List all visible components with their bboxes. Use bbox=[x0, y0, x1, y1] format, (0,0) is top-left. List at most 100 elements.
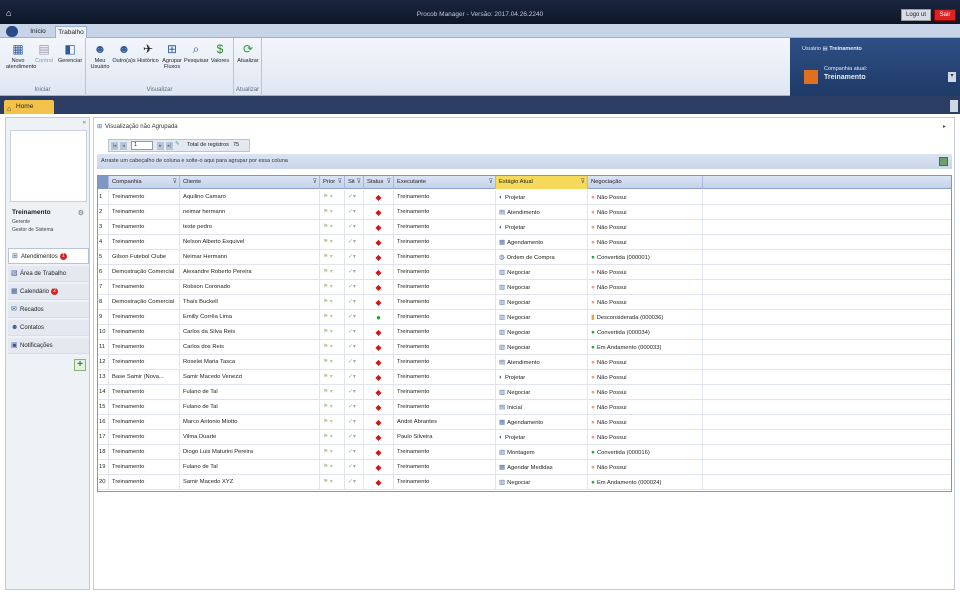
priority-flag-icon[interactable]: ⚑ ▾ bbox=[320, 205, 345, 220]
priority-flag-icon[interactable]: ⚑ ▾ bbox=[320, 355, 345, 370]
next-page-button[interactable]: ▸ bbox=[157, 142, 164, 150]
gerenciar-button[interactable]: ◧ Gerenciar bbox=[58, 42, 82, 64]
sidebar-item-calendario[interactable]: ▦ Calendário 2 bbox=[8, 284, 89, 300]
priority-flag-icon[interactable]: ⚑ ▾ bbox=[320, 445, 345, 460]
priority-flag-icon[interactable]: ⚑ ▾ bbox=[320, 430, 345, 445]
situation-icon[interactable]: ✓▾ bbox=[345, 235, 364, 250]
filter-icon[interactable]: ⊽ bbox=[387, 176, 391, 189]
table-row[interactable]: 17 Treinamento Vilma Duarte ⚑ ▾ ✓▾ ◆ Paulo Sil… bbox=[98, 430, 951, 445]
table-row[interactable]: 9 Treinamento Emilly Corrêa Lima ⚑ ▾ ✓▾ ● Trei… bbox=[98, 310, 951, 325]
table-row[interactable]: 8 Demostração Comercial Thaís Buckell ⚑ ▾ ✓▾… bbox=[98, 295, 951, 310]
situation-icon[interactable]: ✓▾ bbox=[345, 400, 364, 415]
situation-icon[interactable]: ✓▾ bbox=[345, 475, 364, 490]
priority-flag-icon[interactable]: ⚑ ▾ bbox=[320, 250, 345, 265]
situation-icon[interactable]: ✓▾ bbox=[345, 205, 364, 220]
last-page-button[interactable]: ▸| bbox=[166, 142, 173, 150]
situation-icon[interactable]: ✓▾ bbox=[345, 190, 364, 205]
column-status[interactable]: Status ⊽ bbox=[364, 176, 394, 189]
sidebar-item-area-de-trabalho[interactable]: ▧ Área de Trabalho bbox=[8, 266, 89, 282]
priority-flag-icon[interactable]: ⚑ ▾ bbox=[320, 280, 345, 295]
table-row[interactable]: 6 Demostração Comercial Alexandre Roberto … bbox=[98, 265, 951, 280]
priority-flag-icon[interactable]: ⚑ ▾ bbox=[320, 340, 345, 355]
situation-icon[interactable]: ✓▾ bbox=[345, 295, 364, 310]
table-row[interactable]: 5 Gilson Futebol Clube Neimar Hermann ⚑ ▾ ✓▾… bbox=[98, 250, 951, 265]
priority-flag-icon[interactable]: ⚑ ▾ bbox=[320, 415, 345, 430]
tab-home[interactable]: ⌂ Home bbox=[4, 100, 54, 114]
column-sit[interactable]: Sit ⊽ bbox=[345, 176, 364, 189]
first-page-button[interactable]: |◂ bbox=[111, 142, 118, 150]
table-row[interactable]: 13 Base Samir (Nova... Samir Macedo Venezz… bbox=[98, 370, 951, 385]
tabs-scroll-button[interactable] bbox=[950, 100, 958, 112]
column-executante[interactable]: Executante ⊽ bbox=[394, 176, 496, 189]
situation-icon[interactable]: ✓▾ bbox=[345, 340, 364, 355]
historico-button[interactable]: ✈ Histórico bbox=[136, 42, 160, 64]
agrupar-fluxos-button[interactable]: ⊞ Agrupar Fluxos bbox=[160, 42, 184, 70]
priority-flag-icon[interactable]: ⚑ ▾ bbox=[320, 190, 345, 205]
table-row[interactable]: 1 Treinamento Aquilino Camaro ⚑ ▾ ✓▾ ◆ Treinam… bbox=[98, 190, 951, 205]
situation-icon[interactable]: ✓▾ bbox=[345, 250, 364, 265]
control-button[interactable]: ▤ Control bbox=[32, 42, 56, 64]
situation-icon[interactable]: ✓▾ bbox=[345, 385, 364, 400]
table-row[interactable]: 16 Treinamento Marco Antonio Miotto ⚑ ▾ ✓▾ ◆ A… bbox=[98, 415, 951, 430]
group-panel[interactable]: Arraste um cabeçalho de coluna e solte-o… bbox=[97, 154, 952, 169]
priority-flag-icon[interactable]: ⚑ ▾ bbox=[320, 220, 345, 235]
situation-icon[interactable]: ✓▾ bbox=[345, 355, 364, 370]
table-row[interactable]: 7 Treinamento Robson Coronado ⚑ ▾ ✓▾ ◆ Treinam… bbox=[98, 280, 951, 295]
table-row[interactable]: 14 Treinamento Fulano de Tal ⚑ ▾ ✓▾ ◆ Treiname… bbox=[98, 385, 951, 400]
table-row[interactable]: 15 Treinamento Fulano de Tal ⚑ ▾ ✓▾ ◆ Treiname… bbox=[98, 400, 951, 415]
chevron-down-icon[interactable]: ▾ bbox=[948, 72, 956, 82]
collapse-icon[interactable]: « bbox=[83, 120, 86, 126]
table-row[interactable]: 10 Treinamento Carlos da Silva Reis ⚑ ▾ ✓▾ ◆ T… bbox=[98, 325, 951, 340]
situation-icon[interactable]: ✓▾ bbox=[345, 325, 364, 340]
situation-icon[interactable]: ✓▾ bbox=[345, 280, 364, 295]
column-negociacao[interactable]: Negociação bbox=[588, 176, 703, 189]
filter-icon[interactable]: ⊽ bbox=[173, 176, 177, 189]
sidebar-item-atendimentos[interactable]: ⊞ Atendimentos 1 bbox=[8, 248, 89, 264]
add-button[interactable]: + bbox=[74, 359, 86, 371]
priority-flag-icon[interactable]: ⚑ ▾ bbox=[320, 310, 345, 325]
situation-icon[interactable]: ✓▾ bbox=[345, 415, 364, 430]
priority-flag-icon[interactable]: ⚑ ▾ bbox=[320, 325, 345, 340]
export-icon[interactable] bbox=[939, 157, 948, 166]
atualizar-button[interactable]: ⟳ Atualizar bbox=[236, 42, 260, 64]
table-row[interactable]: 20 Treinamento Samir Macedo XYZ ⚑ ▾ ✓▾ ◆ Trein… bbox=[98, 475, 951, 490]
tab-trabalho[interactable]: Trabalho bbox=[55, 26, 87, 38]
filter-icon[interactable]: ⊽ bbox=[489, 176, 493, 189]
exit-button[interactable]: Sair bbox=[934, 9, 956, 21]
situation-icon[interactable]: ✓▾ bbox=[345, 445, 364, 460]
situation-icon[interactable]: ✓▾ bbox=[345, 430, 364, 445]
logout-button[interactable]: Logo ut bbox=[901, 9, 931, 21]
meu-usuario-button[interactable]: ☻ Meu Usuário bbox=[88, 42, 112, 70]
valores-button[interactable]: $ Valores bbox=[208, 42, 232, 64]
column-estagio-atual[interactable]: Estágio Atual ⊽ bbox=[496, 176, 588, 189]
outros-button[interactable]: ☻ Outro(a)s bbox=[112, 42, 136, 64]
situation-icon[interactable]: ✓▾ bbox=[345, 310, 364, 325]
table-row[interactable]: 18 Treinamento Diogo Luis Maturini Pereira… bbox=[98, 445, 951, 460]
table-row[interactable]: 19 Treinamento Fulano de Tal ⚑ ▾ ✓▾ ◆ Treiname… bbox=[98, 460, 951, 475]
tab-inicio[interactable]: Início bbox=[24, 26, 52, 38]
sidebar-item-contatos[interactable]: ☻ Contatos bbox=[8, 320, 89, 336]
situation-icon[interactable]: ✓▾ bbox=[345, 265, 364, 280]
priority-flag-icon[interactable]: ⚑ ▾ bbox=[320, 475, 345, 490]
filter-icon[interactable]: ⊽ bbox=[338, 176, 342, 189]
table-row[interactable]: 2 Treinamento neimar hermann ⚑ ▾ ✓▾ ◆ Treiname… bbox=[98, 205, 951, 220]
priority-flag-icon[interactable]: ⚑ ▾ bbox=[320, 460, 345, 475]
pesquisar-button[interactable]: ⌕ Pesquisar bbox=[184, 42, 208, 64]
column-prior[interactable]: Prior ⊽ bbox=[320, 176, 345, 189]
filter-icon[interactable]: ⊽ bbox=[581, 176, 585, 189]
sidebar-item-recados[interactable]: ✉ Recados bbox=[8, 302, 89, 318]
edit-icon[interactable]: ✎ bbox=[175, 141, 180, 147]
priority-flag-icon[interactable]: ⚑ ▾ bbox=[320, 385, 345, 400]
page-input[interactable]: 1 bbox=[131, 141, 153, 150]
app-menu-button[interactable] bbox=[6, 26, 18, 37]
sidebar-item-notificacoes[interactable]: ▣ Notificações bbox=[8, 338, 89, 354]
novo-atendimento-button[interactable]: ▦ Novo atendimento bbox=[6, 42, 36, 70]
table-row[interactable]: 12 Treinamento Roselei Maria Tasca ⚑ ▾ ✓▾ ◆ Tr… bbox=[98, 355, 951, 370]
table-row[interactable]: 11 Treinamento Carlos dos Reis ⚑ ▾ ✓▾ ◆ Treina… bbox=[98, 340, 951, 355]
priority-flag-icon[interactable]: ⚑ ▾ bbox=[320, 370, 345, 385]
column-cliente[interactable]: Cliente ⊽ bbox=[180, 176, 320, 189]
prev-page-button[interactable]: ◂ bbox=[120, 142, 127, 150]
situation-icon[interactable]: ✓▾ bbox=[345, 460, 364, 475]
column-companhia[interactable]: Companhia ⊽ bbox=[109, 176, 180, 189]
table-row[interactable]: 4 Treinamento Nelson Alberto Esquivel ⚑ ▾ ✓▾… bbox=[98, 235, 951, 250]
